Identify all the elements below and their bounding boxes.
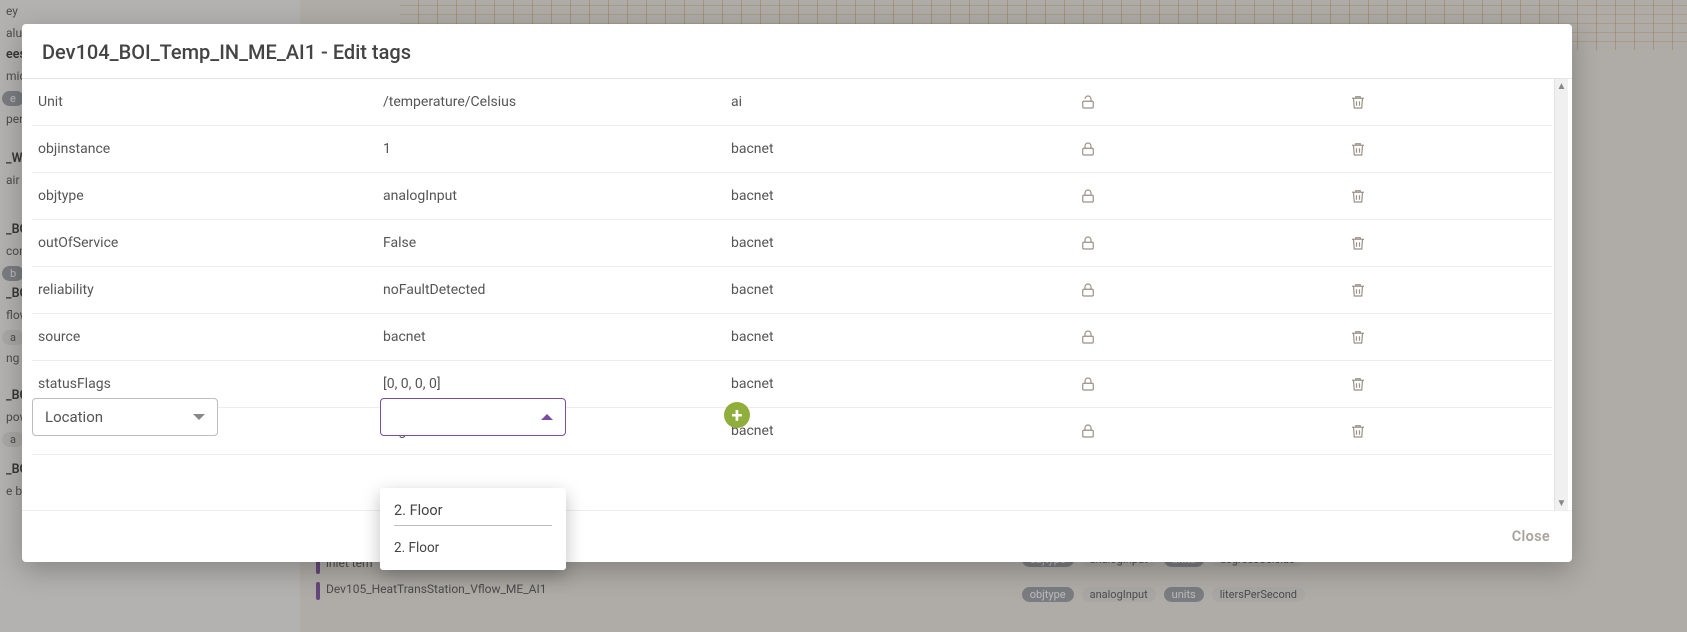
trash-icon[interactable] bbox=[1349, 281, 1367, 299]
modal-title: Dev104_BOI_Temp_IN_ME_AI1 - Edit tags bbox=[22, 24, 1572, 78]
tag-layer-cell: bacnet bbox=[725, 267, 1073, 314]
modal-body: Unit/temperature/Celsiusaiobjinstance1ba… bbox=[22, 79, 1572, 510]
trash-icon[interactable] bbox=[1349, 187, 1367, 205]
lock-icon[interactable] bbox=[1079, 281, 1097, 299]
trash-icon[interactable] bbox=[1349, 328, 1367, 346]
new-tag-row: Location + bbox=[32, 398, 1562, 452]
table-row: objtypeanalogInputbacnet bbox=[32, 173, 1552, 220]
edit-tags-modal: Dev104_BOI_Temp_IN_ME_AI1 - Edit tags Un… bbox=[22, 24, 1572, 562]
tag-value-cell[interactable]: 1 bbox=[377, 126, 725, 173]
tag-value-cell[interactable]: False bbox=[377, 220, 725, 267]
lock-icon[interactable] bbox=[1079, 328, 1097, 346]
table-row: objinstance1bacnet bbox=[32, 126, 1552, 173]
close-button[interactable]: Close bbox=[1512, 528, 1550, 545]
scroll-up-arrow-icon[interactable]: ▲ bbox=[1555, 79, 1568, 93]
tag-key-cell[interactable]: source bbox=[32, 314, 377, 361]
new-tag-key-select[interactable]: Location bbox=[32, 398, 218, 436]
unlock-icon[interactable] bbox=[1079, 93, 1097, 111]
tag-key-cell[interactable]: reliability bbox=[32, 267, 377, 314]
scrollbar[interactable]: ▲ ▼ bbox=[1554, 79, 1568, 510]
tag-value-cell[interactable]: bacnet bbox=[377, 314, 725, 361]
dropdown-option[interactable]: 2. Floor bbox=[394, 526, 552, 558]
table-row: sourcebacnetbacnet bbox=[32, 314, 1552, 361]
tag-key-cell[interactable]: Unit bbox=[32, 79, 377, 126]
tag-layer-cell: bacnet bbox=[725, 220, 1073, 267]
table-row: reliabilitynoFaultDetectedbacnet bbox=[32, 267, 1552, 314]
tag-value-cell[interactable]: analogInput bbox=[377, 173, 725, 220]
add-tag-button[interactable]: + bbox=[724, 402, 750, 428]
chevron-up-icon bbox=[541, 414, 553, 420]
tag-key-cell[interactable]: objinstance bbox=[32, 126, 377, 173]
scroll-down-arrow-icon[interactable]: ▼ bbox=[1555, 496, 1568, 510]
tag-layer-cell: bacnet bbox=[725, 126, 1073, 173]
tag-layer-cell: ai bbox=[725, 79, 1073, 126]
tag-layer-cell: bacnet bbox=[725, 173, 1073, 220]
tag-value-cell[interactable]: /temperature/Celsius bbox=[377, 79, 725, 126]
trash-icon[interactable] bbox=[1349, 234, 1367, 252]
trash-icon[interactable] bbox=[1349, 93, 1367, 111]
trash-icon[interactable] bbox=[1349, 140, 1367, 158]
table-row: Unit/temperature/Celsiusai bbox=[32, 79, 1552, 126]
new-tag-value-select[interactable] bbox=[380, 398, 566, 436]
lock-icon[interactable] bbox=[1079, 234, 1097, 252]
tag-layer-cell: bacnet bbox=[725, 314, 1073, 361]
table-row: outOfServiceFalsebacnet bbox=[32, 220, 1552, 267]
lock-icon[interactable] bbox=[1079, 187, 1097, 205]
lock-icon[interactable] bbox=[1079, 375, 1097, 393]
tag-key-cell[interactable]: objtype bbox=[32, 173, 377, 220]
tag-value-cell[interactable]: noFaultDetected bbox=[377, 267, 725, 314]
trash-icon[interactable] bbox=[1349, 375, 1367, 393]
dropdown-search-input[interactable]: 2. Floor bbox=[394, 498, 552, 526]
modal-footer: Close bbox=[22, 510, 1572, 562]
chevron-down-icon bbox=[193, 414, 205, 420]
lock-icon[interactable] bbox=[1079, 140, 1097, 158]
tag-key-cell[interactable]: outOfService bbox=[32, 220, 377, 267]
plus-icon: + bbox=[732, 403, 743, 427]
value-dropdown[interactable]: 2. Floor 2. Floor bbox=[380, 488, 566, 570]
new-tag-key-label: Location bbox=[45, 408, 103, 426]
